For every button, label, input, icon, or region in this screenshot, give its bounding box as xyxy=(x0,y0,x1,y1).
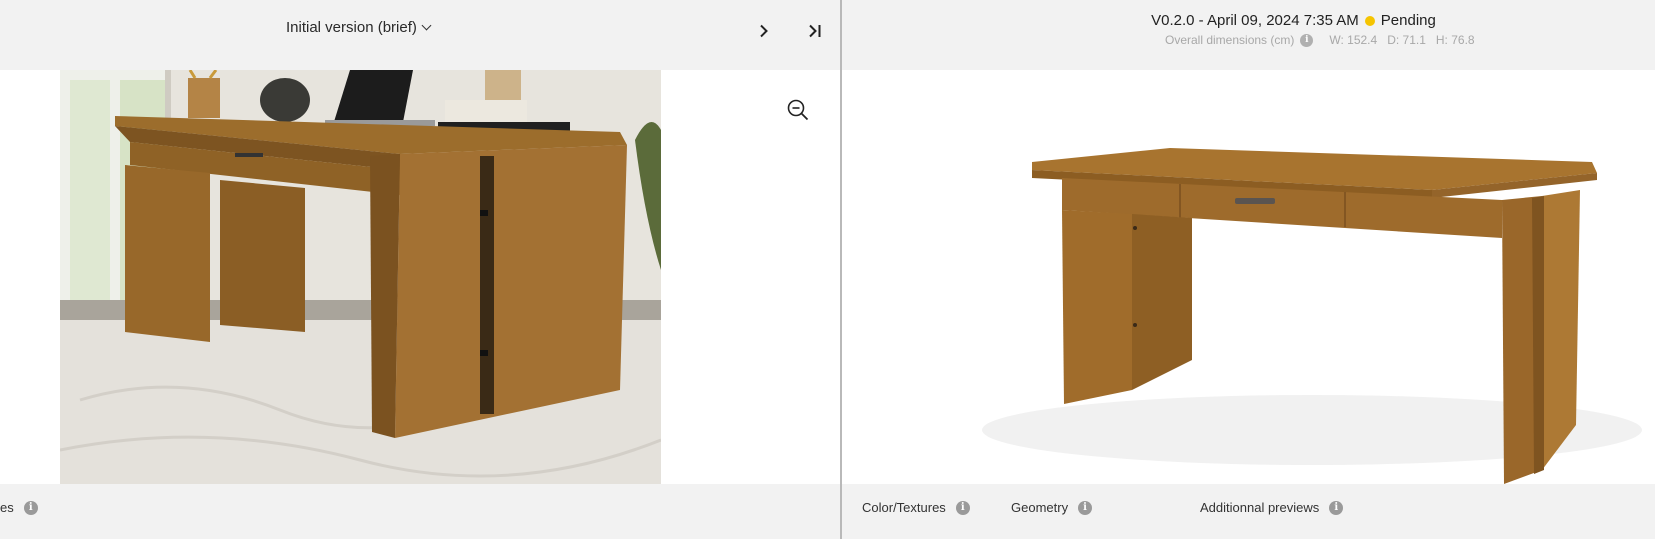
info-icon[interactable]: i xyxy=(23,500,38,515)
zoom-out-button[interactable] xyxy=(786,98,812,124)
status-badge: Pending xyxy=(1380,12,1436,29)
tab-geometry[interactable]: Geometry i xyxy=(1011,500,1093,515)
version-dropdown[interactable]: Initial version (brief) xyxy=(286,19,432,36)
tab-additional-previews[interactable]: Additionnal previews i xyxy=(1200,500,1344,515)
brief-header: Initial version (brief) xyxy=(0,0,840,70)
tab-color-textures-label: Color/Textures xyxy=(862,500,946,515)
model-header: V0.2.0 - April 09, 2024 7:35 AM Pending … xyxy=(842,0,1655,70)
tab-geometry-label: Geometry xyxy=(1011,500,1069,515)
desk-3d-render[interactable] xyxy=(952,70,1655,484)
info-icon[interactable]: i xyxy=(1329,500,1344,515)
dimensions-label: Overall dimensions (cm) xyxy=(1165,33,1295,47)
chevron-down-icon xyxy=(421,20,432,31)
tab-color-textures[interactable]: Color/Textures i xyxy=(862,500,970,515)
status-dot-icon xyxy=(1364,15,1375,26)
tab-additional-previews-label: Additionnal previews xyxy=(1200,500,1320,515)
model-tabs-bar: Color/Textures i Geometry i Additionnal … xyxy=(842,484,1655,539)
brief-panel: Initial version (brief) es i xyxy=(0,0,840,539)
tab-partial[interactable]: es i xyxy=(0,500,38,515)
brief-desk-photo[interactable] xyxy=(60,70,661,484)
brief-image-stage xyxy=(0,70,840,484)
dimension-depth: D: 71.1 xyxy=(1387,33,1426,47)
info-icon[interactable]: i xyxy=(955,500,970,515)
dimension-width: W: 152.4 xyxy=(1329,33,1378,47)
brief-tabs-bar: es i xyxy=(0,484,840,539)
skip-to-end-icon xyxy=(809,24,821,38)
info-icon[interactable]: i xyxy=(1300,33,1314,47)
version-dropdown-label: Initial version (brief) xyxy=(286,19,417,36)
tab-partial-label: es xyxy=(0,500,14,515)
model-panel: V0.2.0 - April 09, 2024 7:35 AM Pending … xyxy=(842,0,1655,539)
version-text: V0.2.0 - April 09, 2024 7:35 AM xyxy=(1151,12,1359,29)
last-version-button[interactable] xyxy=(802,18,828,44)
version-info: V0.2.0 - April 09, 2024 7:35 AM Pending xyxy=(932,12,1655,29)
chevron-right-icon xyxy=(760,24,768,38)
next-version-button[interactable] xyxy=(751,18,777,44)
model-preview-stage xyxy=(842,70,1655,484)
overall-dimensions: Overall dimensions (cm) i W: 152.4 D: 71… xyxy=(1165,33,1475,47)
dimension-height: H: 76.8 xyxy=(1435,33,1475,47)
info-icon[interactable]: i xyxy=(1078,500,1093,515)
zoom-out-icon xyxy=(787,99,809,121)
